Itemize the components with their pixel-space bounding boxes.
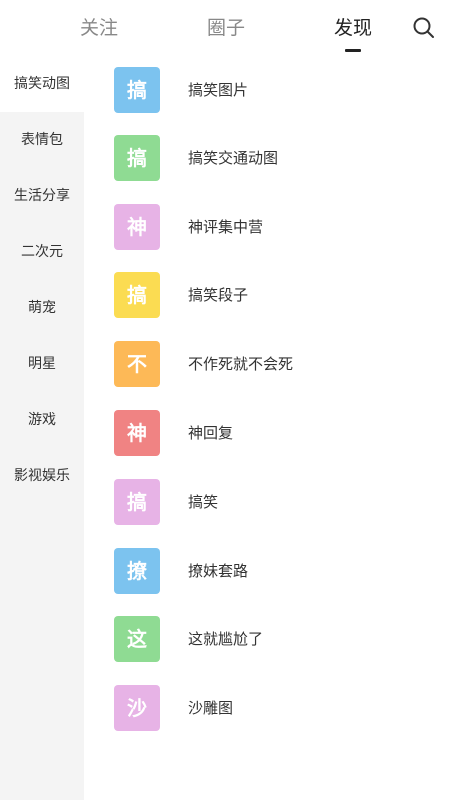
top-nav: 关注 圈子 发现: [0, 0, 450, 56]
circle-avatar: 这: [114, 616, 160, 662]
circle-avatar: 神: [114, 204, 160, 250]
circle-name: 这就尴尬了: [188, 630, 264, 648]
sidebar-item-film-tv[interactable]: 影视娱乐: [0, 448, 84, 504]
tab-follow-label: 关注: [80, 17, 119, 39]
circle-avatar: 神: [114, 410, 160, 456]
list-item[interactable]: 沙 沙雕图: [84, 674, 450, 742]
sidebar-item-pets[interactable]: 萌宠: [0, 280, 84, 336]
circle-avatar: 搞: [114, 479, 160, 525]
tab-discover[interactable]: 发现: [334, 14, 373, 52]
circle-name: 搞笑图片: [188, 81, 249, 99]
category-sidebar: 搞笑动图 表情包 生活分享 二次元 萌宠 明星 游戏 影视娱乐: [0, 56, 84, 800]
tab-discover-label: 发现: [334, 17, 373, 39]
circle-name: 沙雕图: [188, 699, 234, 717]
circle-avatar: 不: [114, 341, 160, 387]
search-button[interactable]: [410, 14, 438, 42]
circle-name: 神评集中营: [188, 218, 264, 236]
tab-circle-label: 圈子: [207, 17, 246, 39]
tab-follow[interactable]: 关注: [80, 14, 118, 42]
tab-circle[interactable]: 圈子: [207, 14, 245, 42]
active-tab-indicator: [345, 49, 361, 52]
circle-avatar: 搞: [114, 67, 160, 113]
search-icon: [413, 17, 434, 38]
circle-avatar: 搞: [114, 272, 160, 318]
sidebar-item-stickers[interactable]: 表情包: [0, 112, 84, 168]
list-item[interactable]: 不 不作死就不会死: [84, 330, 450, 398]
list-item[interactable]: 搞 搞笑图片: [84, 56, 450, 124]
sidebar-item-anime[interactable]: 二次元: [0, 224, 84, 280]
circle-avatar: 沙: [114, 685, 160, 731]
sidebar-item-games[interactable]: 游戏: [0, 392, 84, 448]
sidebar-item-celebrities[interactable]: 明星: [0, 336, 84, 392]
circle-name: 搞笑: [188, 493, 219, 511]
list-item[interactable]: 撩 撩妹套路: [84, 537, 450, 605]
list-item[interactable]: 搞 搞笑交通动图: [84, 124, 450, 192]
list-item[interactable]: 搞 搞笑: [84, 468, 450, 536]
sidebar-item-funny-gifs[interactable]: 搞笑动图: [0, 56, 84, 112]
circle-avatar: 撩: [114, 548, 160, 594]
list-item[interactable]: 神 神评集中营: [84, 193, 450, 261]
circle-list: 搞 搞笑图片 搞 搞笑交通动图 神 神评集中营 搞 搞笑段子 不 不作死就不会死…: [84, 56, 450, 800]
circle-avatar: 搞: [114, 135, 160, 181]
list-item[interactable]: 神 神回复: [84, 399, 450, 467]
list-item[interactable]: 这 这就尴尬了: [84, 605, 450, 673]
circle-name: 神回复: [188, 424, 234, 442]
circle-name: 撩妹套路: [188, 562, 249, 580]
circle-name: 搞笑交通动图: [188, 149, 279, 167]
circle-name: 搞笑段子: [188, 286, 249, 304]
list-item[interactable]: 搞 搞笑段子: [84, 261, 450, 329]
circle-name: 不作死就不会死: [188, 355, 294, 373]
sidebar-item-life-sharing[interactable]: 生活分享: [0, 168, 84, 224]
